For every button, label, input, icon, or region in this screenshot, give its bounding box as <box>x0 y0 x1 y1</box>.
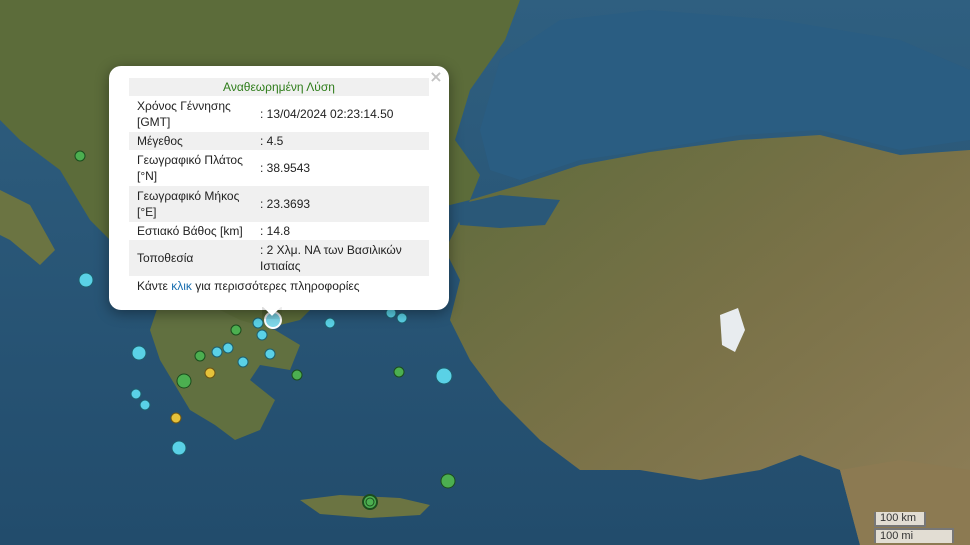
row-value-location: : 2 Χλμ. ΝΑ των Βασιλικών Ιστιαίας <box>260 243 402 273</box>
table-row: Γεωγραφικό Πλάτος [°N] : 38.9543 <box>129 150 429 186</box>
marker[interactable] <box>252 317 264 329</box>
marker[interactable] <box>204 367 216 379</box>
marker[interactable] <box>171 440 187 456</box>
row-value-magnitude: : 4.5 <box>260 134 284 148</box>
scale-bar-km: 100 km <box>874 512 926 527</box>
marker[interactable] <box>74 150 86 162</box>
marker[interactable] <box>130 388 142 400</box>
marker[interactable] <box>211 346 223 358</box>
table-row: Χρόνος Γέννησης [GMT] : 13/04/2024 02:23… <box>129 96 429 132</box>
marker[interactable] <box>396 312 408 324</box>
marker[interactable] <box>256 329 268 341</box>
marker[interactable] <box>222 342 234 354</box>
table-row: Μέγεθος : 4.5 <box>129 132 429 150</box>
marker[interactable] <box>194 350 206 362</box>
marker[interactable] <box>131 345 147 361</box>
row-value-latitude: : 38.9543 <box>260 161 311 175</box>
table-row: Εστιακό Βάθος [km] : 14.8 <box>129 222 429 240</box>
popup-tip <box>262 307 282 319</box>
row-label-location: Τοποθεσία <box>137 251 194 265</box>
row-label-latitude: Γεωγραφικό Πλάτος [°N] <box>137 153 243 183</box>
close-icon[interactable]: × <box>429 69 443 85</box>
more-suffix: για περισσότερες πληροφορίες <box>191 279 360 293</box>
row-value-origin-time: : 13/04/2024 02:23:14.50 <box>260 107 394 121</box>
more-info-link[interactable]: κλικ <box>171 279 192 293</box>
marker[interactable] <box>264 348 276 360</box>
row-value-longitude: : 23.3693 <box>260 197 311 211</box>
row-label-magnitude: Μέγεθος <box>137 134 183 148</box>
marker[interactable] <box>176 373 192 389</box>
table-row: Τοποθεσία : 2 Χλμ. ΝΑ των Βασιλικών Ιστι… <box>129 240 429 276</box>
marker[interactable] <box>291 369 303 381</box>
marker[interactable] <box>230 324 242 336</box>
marker[interactable] <box>170 412 182 424</box>
table-row: Γεωγραφικό Μήκος [°E] : 23.3693 <box>129 186 429 222</box>
popup-title: Αναθεωρημένη Λύση <box>129 78 429 96</box>
marker[interactable] <box>435 367 453 385</box>
row-label-origin-time: Χρόνος Γέννησης [GMT] <box>137 99 231 129</box>
row-value-depth: : 14.8 <box>260 224 291 238</box>
marker[interactable] <box>78 272 94 288</box>
marker[interactable] <box>324 317 336 329</box>
marker[interactable] <box>440 473 456 489</box>
scale-bar-mi: 100 mi <box>874 528 954 543</box>
marker[interactable] <box>237 356 249 368</box>
row-label-longitude: Γεωγραφικό Μήκος [°E] <box>137 189 240 219</box>
more-info-text: Κάντε κλικ για περισσότερες πληροφορίες <box>129 276 429 294</box>
earthquake-info-popup: × Αναθεωρημένη Λύση Χρόνος Γέννησης [GMT… <box>109 66 449 310</box>
more-prefix: Κάντε <box>137 279 172 293</box>
info-table: Χρόνος Γέννησης [GMT] : 13/04/2024 02:23… <box>129 96 429 276</box>
row-label-depth: Εστιακό Βάθος [km] <box>137 224 243 238</box>
marker[interactable] <box>362 494 378 510</box>
marker[interactable] <box>139 399 151 411</box>
marker[interactable] <box>393 366 405 378</box>
